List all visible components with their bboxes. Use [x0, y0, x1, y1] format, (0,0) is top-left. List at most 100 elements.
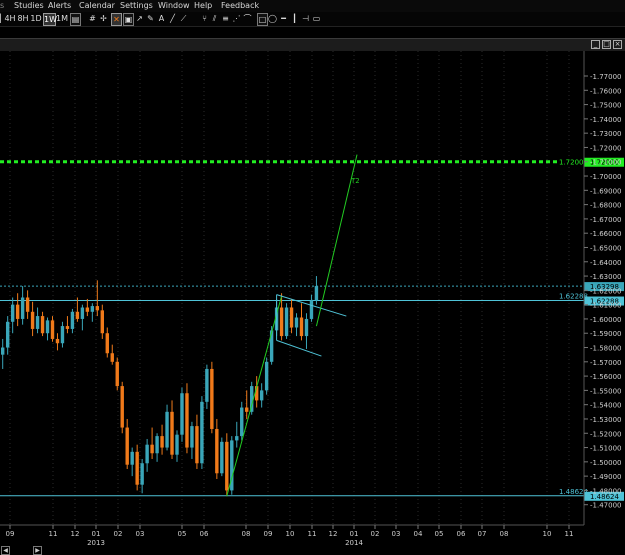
candle-down: [50, 320, 55, 339]
pencil-icon[interactable]: ✎: [146, 13, 155, 24]
candle-down: [65, 326, 70, 329]
price-tick-label: -1.59000: [590, 330, 621, 338]
close-icon[interactable]: ×: [613, 40, 622, 49]
candle-up: [145, 444, 149, 464]
menu-studies[interactable]: Studies: [14, 0, 44, 12]
candle-down: [85, 307, 90, 312]
chart-layout-icon[interactable]: ▤: [70, 13, 81, 26]
candle-up: [45, 320, 50, 334]
ellipse-icon[interactable]: ◯: [268, 13, 277, 24]
candle-down: [100, 310, 104, 334]
zoom-icon[interactable]: ▣: [123, 13, 134, 26]
price-tick-label: -1.66000: [590, 230, 621, 238]
price-tick-label: -1.61000: [590, 302, 621, 310]
delete-drawings-icon[interactable]: ✕: [111, 13, 122, 26]
time-tick-label: 12: [329, 530, 338, 538]
price-tick-label: -1.64000: [590, 259, 621, 267]
time-tick-label: 01: [92, 530, 101, 538]
candle-down: [279, 307, 284, 337]
channel-icon[interactable]: ⫽: [210, 13, 219, 24]
time-tick-label: 06: [200, 530, 209, 538]
horizontal-line-icon[interactable]: ━: [279, 13, 288, 24]
gann-icon[interactable]: ⋰: [232, 13, 241, 24]
menu-overflow[interactable]: s: [0, 0, 4, 12]
candle-down: [185, 393, 189, 448]
projection-label: T2: [350, 177, 360, 185]
candle-up: [155, 436, 159, 454]
fork-icon[interactable]: ⑂: [200, 13, 209, 24]
candle-down: [195, 426, 199, 464]
menu-help[interactable]: Help: [194, 0, 212, 12]
year-label: 2014: [345, 539, 363, 546]
price-tick-label: -1.74000: [590, 116, 621, 124]
candle-up: [259, 390, 264, 401]
price-tick-label: -1.54000: [590, 402, 621, 410]
timeframe-1m-button[interactable]: 1M: [56, 13, 68, 24]
toolbar-spacer: [0, 27, 625, 38]
candle-down: [75, 311, 80, 319]
grid-icon[interactable]: #: [88, 13, 97, 24]
candle-down: [120, 386, 124, 428]
maximize-icon[interactable]: □: [602, 40, 611, 49]
candle-up: [264, 361, 269, 391]
price-tick-label: -1.62000: [590, 287, 621, 295]
time-tick-label: 08: [500, 530, 509, 538]
candle-up: [314, 286, 319, 301]
price-tick-label: -1.70000: [590, 173, 621, 181]
ray-icon[interactable]: ⟋: [179, 13, 188, 24]
timeframe-8h-button[interactable]: 8H: [17, 13, 29, 24]
vertical-line-icon[interactable]: ┃: [290, 13, 299, 24]
candle-down: [245, 407, 249, 412]
candle-down: [170, 411, 174, 455]
candle-up: [175, 434, 179, 455]
timeframe-1d-button[interactable]: 1D: [30, 13, 42, 24]
candle-up: [90, 306, 95, 312]
price-tick-label: -1.55000: [590, 387, 621, 395]
rectangle-icon[interactable]: □: [257, 13, 268, 26]
price-chart[interactable]: 1.72000 1.720001.622881.622881.486241.486…: [0, 51, 625, 546]
candle-down: [115, 361, 119, 387]
timeframe-4h-button[interactable]: 4H: [4, 13, 16, 24]
candle-down: [210, 368, 214, 429]
candle-up: [20, 297, 25, 319]
candle-up: [140, 463, 144, 485]
menu-alerts[interactable]: Alerts: [48, 0, 71, 12]
timeframe-1w-button[interactable]: 1W: [43, 13, 57, 26]
chart-window-titlebar: _ □ ×: [0, 38, 625, 52]
trendline-icon[interactable]: ╱: [168, 13, 177, 24]
menu-calendar[interactable]: Calendar: [79, 0, 115, 12]
measure-icon[interactable]: ⊣: [301, 13, 310, 24]
candle-down: [105, 333, 109, 354]
candle-down: [30, 311, 35, 329]
time-tick-label: 12: [71, 530, 80, 538]
minimize-icon[interactable]: _: [591, 40, 600, 49]
label-icon[interactable]: ▭: [312, 13, 321, 24]
menu-window[interactable]: Window: [158, 0, 190, 12]
price-tick-label: -1.50000: [590, 459, 621, 467]
fibonacci-icon[interactable]: ≡: [221, 13, 230, 24]
time-tick-label: 11: [49, 530, 58, 538]
price-tick-label: -1.58000: [590, 345, 621, 353]
year-label: 2013: [87, 539, 105, 546]
price-tick-label: -1.56000: [590, 373, 621, 381]
time-tick-label: 03: [392, 530, 401, 538]
menu-settings[interactable]: Settings: [120, 0, 153, 12]
candle-up: [309, 300, 314, 319]
time-tick-label: 05: [435, 530, 444, 538]
candle-up: [200, 401, 204, 464]
time-tick-label: 09: [6, 530, 15, 538]
cycle-icon[interactable]: ⌒: [243, 13, 252, 24]
price-tick-label: -1.60000: [590, 316, 621, 324]
crosshair-icon[interactable]: ✢: [99, 13, 108, 24]
arrow-icon[interactable]: ↗: [135, 13, 144, 24]
time-tick-label: 10: [286, 530, 295, 538]
menu-feedback[interactable]: Feedback: [221, 0, 259, 12]
candle-up: [190, 426, 194, 448]
time-tick-label: 03: [136, 530, 145, 538]
chart-nav-bar: ◀ ▶: [0, 546, 625, 555]
text-tool-icon[interactable]: A: [157, 13, 166, 24]
candle-down: [215, 428, 219, 474]
time-tick-label: 01: [350, 530, 359, 538]
price-tick-label: -1.69000: [590, 187, 621, 195]
price-tick-label: -1.68000: [590, 202, 621, 210]
